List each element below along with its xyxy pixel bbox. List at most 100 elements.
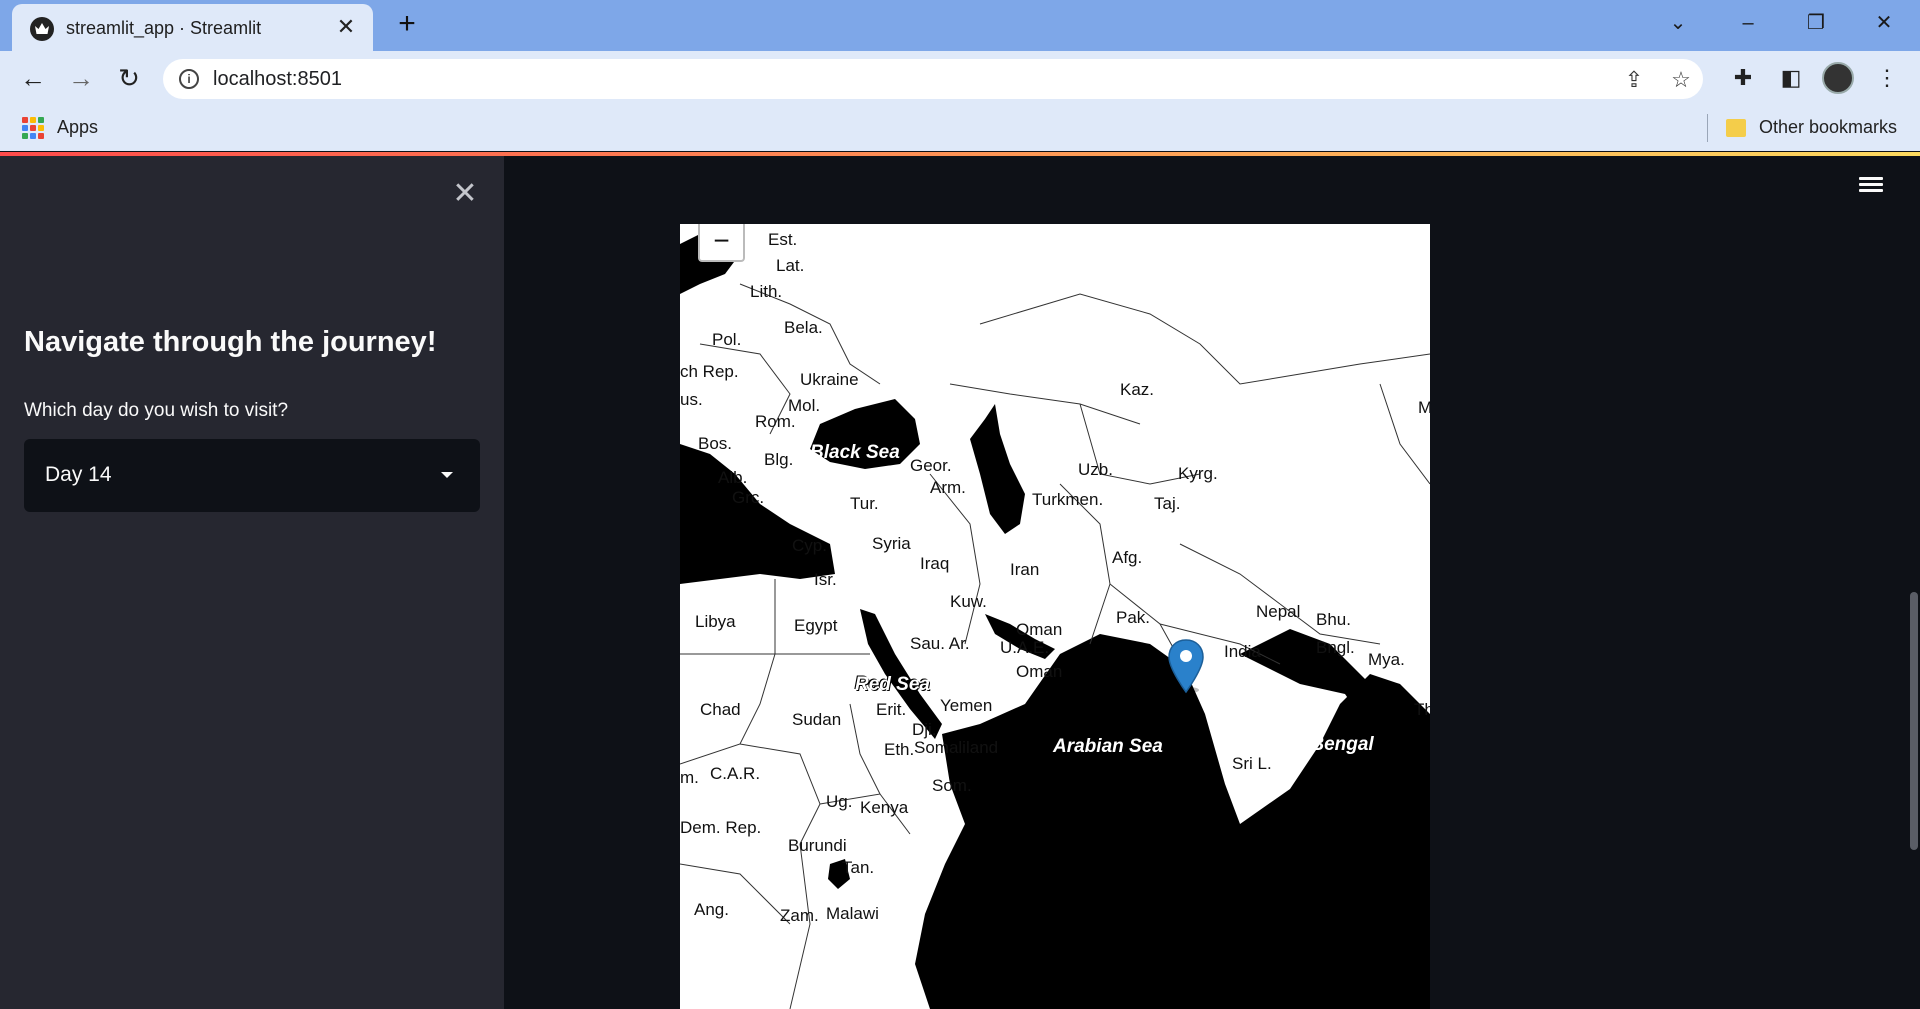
- bookmark-star-icon[interactable]: ☆: [1668, 67, 1694, 93]
- map-label: Sau. Ar.: [910, 634, 970, 653]
- map-label: Uzb.: [1078, 460, 1113, 479]
- main-menu-hamburger-icon[interactable]: [1857, 174, 1885, 196]
- browser-toolbar: ← → ↻ i localhost:8501 ⇪ ☆ ✚ ◧ ⋮: [0, 51, 1920, 105]
- map-label: Oman: [1016, 662, 1063, 681]
- map-label: Syria: [872, 534, 911, 553]
- site-info-icon[interactable]: i: [179, 69, 199, 89]
- map-label: Kuw.: [950, 592, 987, 611]
- map-label: Pak.: [1116, 608, 1151, 627]
- forward-arrow-icon[interactable]: →: [64, 61, 98, 95]
- map-label: Sudan: [792, 710, 842, 729]
- map-label: Libya: [695, 612, 736, 631]
- map-label: Egypt: [794, 616, 838, 635]
- map-label: Blg.: [764, 450, 794, 469]
- back-arrow-icon[interactable]: ←: [16, 61, 50, 95]
- map-label: Somaliland: [914, 738, 999, 757]
- reload-icon[interactable]: ↻: [112, 61, 146, 95]
- map-label: U.A.E.: [1000, 638, 1050, 657]
- map-label: Bela.: [784, 318, 823, 337]
- map-label: Chad: [700, 700, 741, 719]
- other-bookmarks[interactable]: Other bookmarks: [1759, 117, 1897, 138]
- day-select-label: Which day do you wish to visit?: [24, 400, 289, 421]
- side-panel-icon[interactable]: ◧: [1776, 63, 1806, 93]
- bookmarks-bar: Apps Other bookmarks: [0, 105, 1920, 151]
- sea-label-arabian-sea: Arabian Sea: [1053, 736, 1163, 757]
- map-label: Geor.: [910, 456, 952, 475]
- map-label: Erit.: [876, 700, 907, 719]
- map-label: Tha: [1414, 700, 1430, 719]
- map-label: Cyp.: [792, 536, 827, 555]
- map-label: Est.: [768, 230, 798, 249]
- map-label: ch Rep.: [680, 362, 739, 381]
- map-label: Ang.: [694, 900, 729, 919]
- day-select-value: Day 14: [45, 463, 112, 486]
- map-label: Lith.: [750, 282, 783, 301]
- caret-down-icon: [441, 472, 453, 478]
- day-select[interactable]: Day 14: [24, 439, 480, 512]
- map-label: Oman: [1016, 620, 1063, 639]
- map-location-marker-icon[interactable]: [1167, 638, 1205, 694]
- page-scrollbar[interactable]: [1910, 592, 1918, 850]
- browser-menu-kebab-icon[interactable]: ⋮: [1872, 63, 1902, 93]
- map-label: Afg.: [1112, 548, 1143, 567]
- map-label: Kyrg.: [1178, 464, 1218, 483]
- share-icon[interactable]: ⇪: [1621, 67, 1647, 93]
- map-label: Bos.: [698, 434, 733, 453]
- tab-close-icon[interactable]: ✕: [333, 14, 359, 40]
- restore-button[interactable]: ❐: [1786, 6, 1846, 40]
- map-label: Som.: [932, 776, 972, 795]
- tab-search-chevron-icon[interactable]: ⌄: [1648, 6, 1708, 40]
- new-tab-button[interactable]: +: [392, 9, 422, 40]
- streamlit-app: ✕ Navigate through the journey! Which da…: [0, 152, 1920, 1009]
- sea-label-bay-of-bengal: Bay of Bengal: [1247, 734, 1374, 755]
- url-text[interactable]: localhost:8501: [213, 68, 342, 91]
- minimize-button[interactable]: –: [1718, 6, 1778, 40]
- map-label: Sri L.: [1232, 754, 1272, 773]
- map-label: Turkmen.: [1032, 490, 1104, 509]
- sea-label-red-sea: Red Sea: [855, 674, 930, 695]
- map-label: M: [1418, 398, 1430, 417]
- map-label: Nepal: [1256, 602, 1301, 621]
- map-label: Ug.: [826, 792, 853, 811]
- map-label: Bngl.: [1316, 638, 1355, 657]
- map-label: Dem. Rep.: [680, 818, 762, 837]
- map-label: us.: [680, 390, 703, 409]
- map-label: Yemen: [940, 696, 993, 715]
- map-label: Tan.: [842, 858, 875, 877]
- tab-title: streamlit_app · Streamlit: [66, 18, 262, 38]
- close-sidebar-icon[interactable]: ✕: [449, 178, 481, 210]
- map-label: Pol.: [712, 330, 742, 349]
- extensions-puzzle-icon[interactable]: ✚: [1728, 63, 1758, 93]
- folium-map[interactable]: − Est. Lat. Lith. Bela. Pol. ch Rep. Ukr…: [680, 224, 1430, 1009]
- bookmark-apps[interactable]: Apps: [57, 117, 98, 138]
- map-label: Alb.: [718, 468, 748, 487]
- map-label: Burundi: [788, 836, 847, 855]
- map-zoom-out-button[interactable]: −: [698, 224, 745, 262]
- map-label: Lat.: [776, 256, 805, 275]
- map-label: India: [1224, 642, 1261, 661]
- map-label: Zam.: [780, 906, 819, 925]
- sidebar: ✕ Navigate through the journey! Which da…: [0, 156, 504, 1009]
- profile-avatar[interactable]: [1822, 62, 1854, 94]
- bookmarks-divider: [1707, 114, 1708, 142]
- map-label: Iraq: [920, 554, 950, 573]
- browser-tabstrip: streamlit_app · Streamlit ✕ + ⌄ – ❐ ✕: [0, 0, 1920, 51]
- address-bar[interactable]: i localhost:8501 ⇪ ☆: [163, 59, 1703, 99]
- streamlit-crown-icon: [30, 17, 54, 41]
- map-label: Bhu.: [1316, 610, 1351, 629]
- sea-label-black-sea: Black Sea: [810, 442, 900, 463]
- map-label: Kenya: [860, 798, 909, 817]
- map-label: Mya.: [1368, 650, 1405, 669]
- apps-grid-icon[interactable]: [22, 117, 44, 139]
- map-label: Grc.: [732, 488, 765, 507]
- map-label: Eth.: [884, 740, 915, 759]
- map-label: Ukraine: [800, 370, 859, 389]
- browser-tab[interactable]: streamlit_app · Streamlit ✕: [12, 4, 373, 51]
- close-window-button[interactable]: ✕: [1854, 6, 1914, 40]
- map-label: Tur.: [850, 494, 879, 513]
- sidebar-heading: Navigate through the journey!: [24, 326, 437, 358]
- map-label: Taj.: [1154, 494, 1181, 513]
- map-label: Rom.: [755, 412, 796, 431]
- map-label: Dji.: [912, 720, 937, 739]
- map-label: m.: [680, 768, 699, 787]
